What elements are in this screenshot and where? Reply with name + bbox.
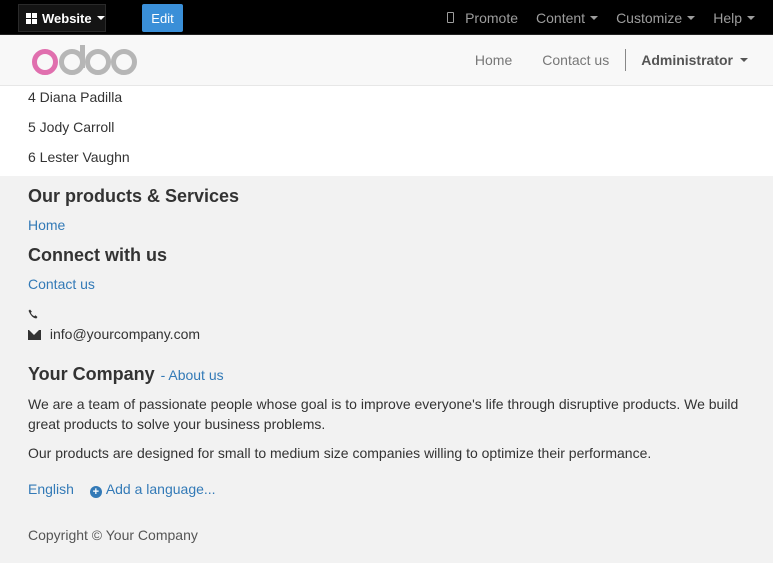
mobile-icon — [447, 12, 455, 23]
company-heading: Your Company — [28, 364, 155, 384]
about-us-link[interactable]: - About us — [161, 367, 224, 383]
customize-menu[interactable]: Customize — [616, 9, 696, 26]
list-item: 4 Diana Padilla — [28, 89, 123, 105]
website-menu-label: Website — [42, 10, 92, 26]
about-text-secondary: Our products are designed for small to m… — [28, 445, 652, 461]
products-heading: Our products & Services — [28, 186, 240, 206]
caret-down-icon — [687, 15, 696, 20]
footer-contact-link[interactable]: Contact us — [28, 276, 95, 292]
caret-down-icon — [740, 58, 748, 62]
copyright: Copyright © Your Company — [28, 527, 198, 543]
caret-down-icon — [747, 15, 755, 20]
phone-icon — [28, 309, 38, 319]
odoo-logo[interactable] — [30, 43, 140, 79]
website-menu-button[interactable]: Website — [18, 4, 106, 32]
caret-down-icon — [96, 16, 105, 20]
nav-home-link[interactable]: Home — [475, 52, 512, 68]
admin-bar: Website Edit Promote Content Customize H… — [0, 0, 773, 35]
page-content: 4 Diana Padilla 5 Jody Carroll 6 Lester … — [0, 86, 773, 176]
content-menu[interactable]: Content — [536, 9, 599, 26]
email-row: info@yourcompany.com — [28, 326, 200, 342]
customize-label: Customize — [616, 9, 683, 26]
user-menu[interactable]: Administrator — [641, 52, 748, 68]
connect-heading: Connect with us — [28, 245, 167, 265]
caret-down-icon — [590, 15, 599, 20]
add-language-link[interactable]: + Add a language... — [89, 481, 216, 498]
about-text: We are a team of passionate people whose… — [28, 396, 739, 432]
products-home-link[interactable]: Home — [28, 217, 65, 233]
list-item: 5 Jody Carroll — [28, 119, 115, 135]
plus-circle-icon: + — [89, 486, 102, 498]
add-language-label: Add a language... — [105, 481, 216, 497]
edit-button[interactable]: Edit — [142, 4, 183, 32]
content-label: Content — [536, 9, 586, 26]
help-menu[interactable]: Help — [713, 10, 755, 26]
list-item: 6 Lester Vaughn — [28, 149, 130, 165]
apps-grid-icon — [26, 12, 37, 24]
language-english-link[interactable]: English — [28, 481, 74, 497]
site-footer: Our products & Services Home Connect wit… — [0, 176, 773, 563]
user-name: Administrator — [641, 52, 733, 68]
admin-menu: Promote Content Customize Help — [447, 0, 773, 35]
nav-contact-link[interactable]: Contact us — [542, 52, 609, 68]
envelope-icon — [28, 330, 41, 340]
promote-menu[interactable]: Promote — [447, 10, 518, 26]
phone-row — [28, 306, 38, 322]
nav-divider — [625, 49, 627, 71]
main-nav: Home Contact us Administrator — [475, 35, 773, 85]
language-selector: English + Add a language... — [28, 481, 216, 498]
email-address: info@yourcompany.com — [49, 326, 201, 342]
help-label: Help — [713, 9, 742, 26]
site-header: Home Contact us Administrator — [0, 35, 773, 86]
company-heading-row: Your Company - About us — [28, 364, 224, 385]
promote-label: Promote — [465, 9, 519, 26]
